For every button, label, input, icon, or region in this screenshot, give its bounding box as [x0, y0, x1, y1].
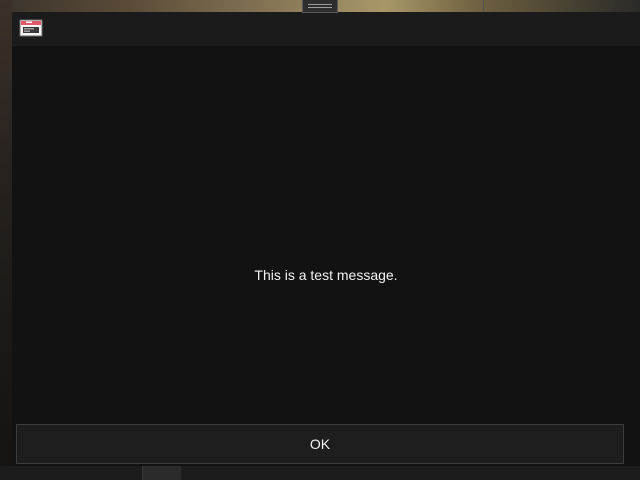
- background-divider: [483, 0, 484, 12]
- grip-line: [308, 7, 332, 8]
- dialog-titlebar[interactable]: [12, 12, 640, 46]
- message-dialog: This is a test message. OK: [12, 12, 640, 466]
- drag-handle[interactable]: [302, 0, 338, 13]
- message-text: This is a test message.: [254, 267, 398, 283]
- message-area: This is a test message.: [12, 46, 640, 424]
- screen: This is a test message. OK: [0, 0, 640, 480]
- window-icon: [19, 18, 43, 38]
- grip-line: [308, 4, 332, 5]
- background-wallpaper-left: [0, 0, 12, 480]
- background-bottom-tab: [142, 466, 181, 480]
- ok-button[interactable]: OK: [16, 424, 624, 464]
- background-bottom-bar: [0, 466, 640, 480]
